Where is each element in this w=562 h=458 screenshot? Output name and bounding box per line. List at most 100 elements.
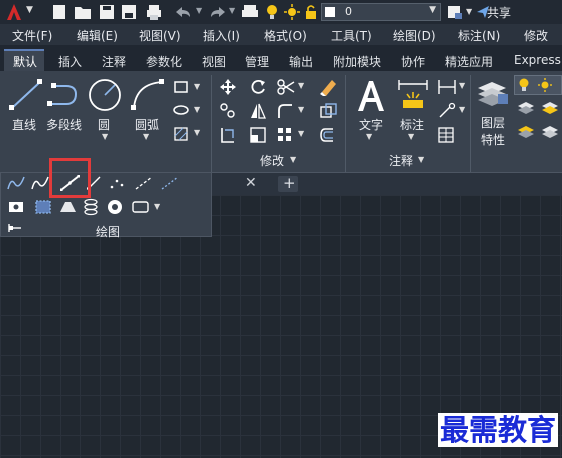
- mirror-icon[interactable]: [249, 102, 267, 120]
- trim-chevron-icon[interactable]: ▼: [298, 81, 304, 90]
- circle-chevron-icon[interactable]: ▼: [102, 132, 108, 141]
- rectangle-chevron-icon[interactable]: ▼: [194, 82, 200, 91]
- pin-panel-icon[interactable]: [7, 222, 23, 234]
- autocad-logo-icon[interactable]: [5, 2, 23, 20]
- layer-dropdown[interactable]: 0 ▼: [321, 3, 441, 21]
- open-folder-icon[interactable]: [73, 3, 93, 21]
- stretch-icon[interactable]: [219, 126, 237, 144]
- boundary-chevron-icon[interactable]: ▼: [154, 202, 160, 211]
- text-icon[interactable]: [355, 77, 387, 113]
- tab-annotate[interactable]: 注释: [102, 53, 126, 70]
- share-button[interactable]: 共享: [487, 4, 511, 21]
- tab-parametric[interactable]: 参数化: [146, 53, 182, 70]
- polyline-label[interactable]: 多段线: [46, 116, 82, 133]
- fillet-icon[interactable]: [276, 102, 294, 120]
- menu-view[interactable]: 视图(V): [139, 27, 181, 44]
- tab-default[interactable]: 默认: [13, 53, 37, 70]
- tab-express[interactable]: Express: [514, 53, 561, 67]
- leader-icon[interactable]: [437, 102, 457, 120]
- tab-insert[interactable]: 插入: [58, 53, 82, 70]
- line-label[interactable]: 直线: [12, 116, 36, 133]
- layer-control-dropdown[interactable]: [514, 75, 562, 95]
- layer-tool-icon[interactable]: [516, 101, 536, 115]
- menu-edit[interactable]: 编辑(E): [77, 27, 118, 44]
- rectangle-icon[interactable]: [173, 80, 189, 94]
- lock-icon[interactable]: [303, 3, 319, 21]
- layer-isolate-icon[interactable]: [516, 125, 536, 139]
- copy-icon[interactable]: [219, 102, 237, 120]
- menu-tools[interactable]: 工具(T): [331, 27, 372, 44]
- arc-icon[interactable]: [130, 78, 166, 112]
- tab-featured-apps[interactable]: 精选应用: [445, 53, 493, 70]
- layer-state-icon[interactable]: [446, 3, 464, 21]
- tab-manage[interactable]: 管理: [245, 53, 269, 70]
- new-tab-button[interactable]: +: [278, 174, 298, 192]
- layer-properties-icon[interactable]: [476, 78, 510, 110]
- menu-draw[interactable]: 绘图(D): [393, 27, 436, 44]
- save-icon[interactable]: [98, 3, 116, 21]
- sun-icon[interactable]: [283, 3, 301, 21]
- tab-view[interactable]: 视图: [202, 53, 226, 70]
- undo-icon[interactable]: [172, 3, 196, 21]
- layer-properties-label-1[interactable]: 图层: [481, 114, 505, 131]
- linear-dim-chevron-icon[interactable]: ▼: [459, 81, 465, 90]
- tab-collaborate[interactable]: 协作: [401, 53, 425, 70]
- arc-chevron-icon[interactable]: ▼: [143, 132, 149, 141]
- fillet-chevron-icon[interactable]: ▼: [298, 105, 304, 114]
- tab-output[interactable]: 输出: [289, 53, 313, 70]
- text-chevron-icon[interactable]: ▼: [366, 132, 372, 141]
- annotation-panel-chevron-icon[interactable]: ▼: [418, 155, 424, 164]
- rotate-icon[interactable]: [249, 78, 267, 96]
- redo-icon[interactable]: [205, 3, 229, 21]
- text-label[interactable]: 文字: [359, 116, 383, 133]
- dimension-icon[interactable]: [396, 78, 430, 112]
- donut-icon[interactable]: [106, 198, 124, 216]
- menu-file[interactable]: 文件(F): [12, 27, 52, 44]
- circle-label[interactable]: 圆: [98, 116, 110, 133]
- boundary-icon[interactable]: [131, 199, 151, 215]
- revision-cloud-icon[interactable]: [58, 198, 78, 216]
- save-as-icon[interactable]: [120, 3, 138, 21]
- modify-panel-title[interactable]: 修改: [260, 152, 284, 169]
- spline-fit-icon[interactable]: [6, 174, 26, 192]
- undo-chevron-icon[interactable]: ▼: [196, 6, 202, 15]
- region-icon[interactable]: [7, 199, 25, 215]
- menu-format[interactable]: 格式(O): [264, 27, 307, 44]
- menu-dimension[interactable]: 标注(N): [458, 27, 500, 44]
- new-file-icon[interactable]: [50, 3, 68, 21]
- linear-dim-icon[interactable]: [437, 78, 457, 96]
- hatch-chevron-icon[interactable]: ▼: [194, 128, 200, 137]
- explode-icon[interactable]: [318, 102, 338, 120]
- tab-addins[interactable]: 附加模块: [333, 53, 381, 70]
- circle-icon[interactable]: [87, 77, 123, 113]
- layer-match-icon[interactable]: [540, 101, 560, 115]
- dimension-label[interactable]: 标注: [400, 116, 424, 133]
- array-chevron-icon[interactable]: ▼: [298, 129, 304, 138]
- trim-icon[interactable]: [276, 78, 296, 96]
- ellipse-icon[interactable]: [173, 103, 189, 117]
- hatch-icon[interactable]: [173, 126, 189, 142]
- print-icon[interactable]: [145, 3, 163, 21]
- spline-cv-icon[interactable]: [30, 174, 50, 192]
- array-icon[interactable]: [276, 126, 294, 144]
- arc-label[interactable]: 圆弧: [135, 116, 159, 133]
- line-icon[interactable]: [8, 78, 44, 112]
- modify-panel-chevron-icon[interactable]: ▼: [290, 155, 296, 164]
- table-icon[interactable]: [437, 126, 455, 144]
- layer-properties-label-2[interactable]: 特性: [481, 131, 505, 148]
- plot-icon[interactable]: [240, 3, 260, 21]
- scale-icon[interactable]: [249, 126, 267, 144]
- layer-state-chevron-icon[interactable]: ▼: [466, 7, 472, 16]
- divide-icon[interactable]: [134, 175, 154, 191]
- multiple-points-icon[interactable]: [108, 175, 126, 191]
- polyline-icon[interactable]: [46, 80, 84, 110]
- layer-freeze-icon[interactable]: [540, 125, 560, 139]
- leader-chevron-icon[interactable]: ▼: [459, 105, 465, 114]
- dimension-chevron-icon[interactable]: ▼: [408, 132, 414, 141]
- offset-icon[interactable]: [318, 126, 338, 144]
- ellipse-chevron-icon[interactable]: ▼: [194, 105, 200, 114]
- move-icon[interactable]: [219, 78, 237, 96]
- erase-icon[interactable]: [318, 78, 338, 96]
- draw-panel-title[interactable]: 绘图: [96, 223, 120, 240]
- lightbulb-on-icon[interactable]: [264, 3, 280, 21]
